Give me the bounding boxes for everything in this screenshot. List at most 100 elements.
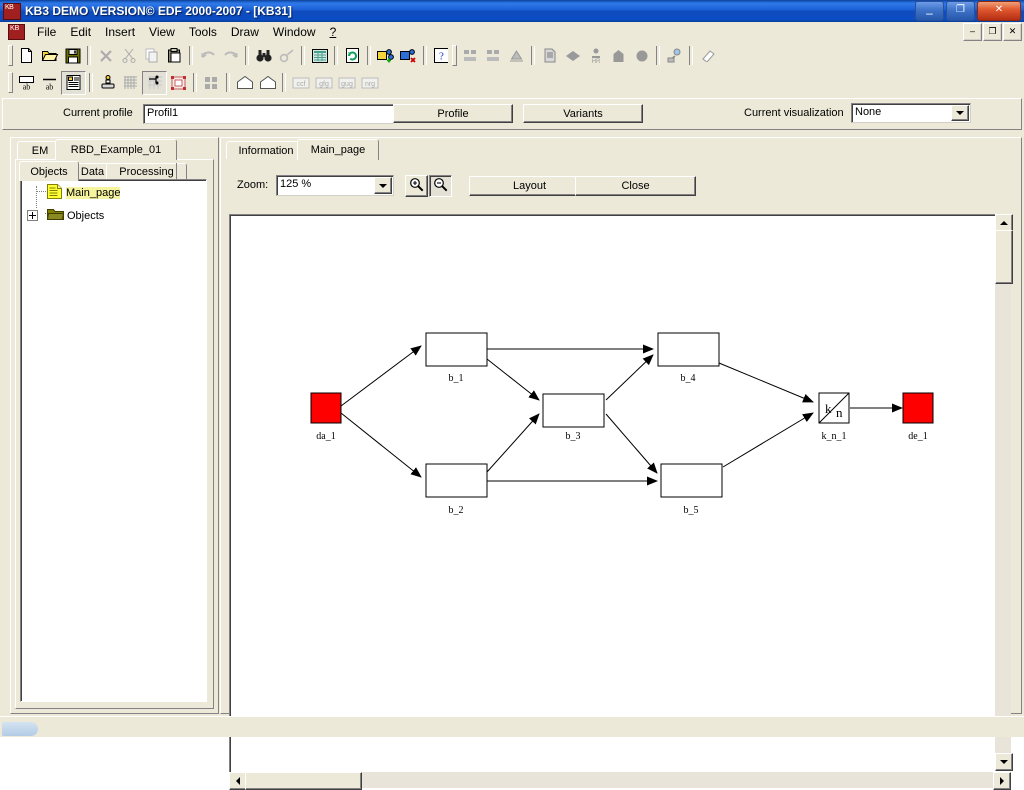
toolbar-separator bbox=[334, 46, 338, 65]
house-shape-icon[interactable] bbox=[233, 72, 256, 94]
zoom-label: Zoom: bbox=[237, 179, 269, 191]
expand-plus-icon[interactable] bbox=[27, 210, 38, 221]
toolbar-grip[interactable] bbox=[8, 72, 13, 93]
pentagon-node-icon bbox=[607, 45, 630, 67]
svg-text:b_3: b_3 bbox=[566, 431, 581, 442]
tree-item-objects[interactable]: Objects bbox=[27, 207, 104, 224]
current-visualization-combo[interactable]: None bbox=[851, 103, 971, 123]
canvas-vertical-scrollbar[interactable] bbox=[995, 214, 1013, 771]
svg-text:n: n bbox=[836, 405, 843, 420]
open-folder-icon[interactable] bbox=[38, 45, 61, 67]
object-tree[interactable]: Main_page Objects bbox=[20, 179, 207, 702]
layout-button[interactable]: Layout bbox=[469, 176, 590, 196]
diagram-canvas[interactable]: da_1 b_1 b_2 b_3 b_4 b_5 k n k_n_1 de_1 bbox=[229, 214, 996, 773]
status-bar bbox=[0, 716, 1024, 737]
rbd-diagram: da_1 b_1 b_2 b_3 b_4 b_5 k n k_n_1 de_1 bbox=[310, 332, 934, 516]
chevron-down-icon[interactable] bbox=[374, 177, 392, 194]
link-node-icon bbox=[663, 45, 686, 67]
selection-frame-icon[interactable] bbox=[167, 72, 190, 94]
objects-panel: Objects Data Processing Main_page Object… bbox=[15, 159, 214, 709]
svg-text:?: ? bbox=[439, 51, 444, 63]
tab-objects[interactable]: Objects bbox=[19, 161, 79, 181]
add-object-icon[interactable] bbox=[374, 45, 397, 67]
house-shape-2-icon[interactable] bbox=[256, 72, 279, 94]
triangle-node-icon bbox=[505, 45, 528, 67]
svg-text:nrg: nrg bbox=[364, 81, 374, 88]
taskbar-start-hint[interactable] bbox=[2, 722, 38, 736]
close-button[interactable]: ✕ bbox=[977, 1, 1021, 21]
toolbar-group-draw: ab ab ccf gfg gug nrg bbox=[4, 70, 382, 95]
refresh-page-icon[interactable] bbox=[341, 45, 364, 67]
stamp-icon[interactable] bbox=[96, 72, 119, 94]
menu-draw[interactable]: Draw bbox=[224, 23, 266, 41]
svg-text:ab: ab bbox=[23, 82, 31, 91]
mdi-close-button[interactable]: ✕ bbox=[1003, 23, 1022, 41]
menu-help[interactable]: ? bbox=[323, 23, 344, 41]
inner-tab-end-divider bbox=[176, 163, 177, 179]
label-below-icon[interactable]: ab bbox=[38, 72, 61, 94]
horizontal-scroll-thumb[interactable] bbox=[245, 772, 362, 790]
svg-text:ccf: ccf bbox=[296, 81, 305, 88]
svg-text:k: k bbox=[825, 401, 832, 416]
tab-rbd-example-01[interactable]: RBD_Example_01 bbox=[55, 139, 177, 160]
toolbar-separator bbox=[193, 73, 197, 92]
delete-x-icon bbox=[94, 45, 117, 67]
zoom-in-icon bbox=[409, 177, 424, 195]
undo-arrow-icon bbox=[196, 45, 219, 67]
mdi-restore-button[interactable]: ❐ bbox=[983, 23, 1002, 41]
save-disk-icon[interactable] bbox=[61, 45, 84, 67]
menu-window[interactable]: Window bbox=[266, 23, 323, 41]
menu-edit[interactable]: Edit bbox=[63, 23, 98, 41]
scroll-down-button[interactable] bbox=[995, 753, 1013, 771]
toolbar-separator bbox=[689, 46, 693, 65]
menu-file[interactable]: File bbox=[30, 23, 63, 41]
tab-processing[interactable]: Processing bbox=[106, 163, 187, 180]
toolbar-group-standard: ? bbox=[4, 43, 454, 68]
toolbar-separator bbox=[282, 73, 286, 92]
find-binoculars-icon[interactable] bbox=[252, 45, 275, 67]
paste-clipboard-icon[interactable] bbox=[163, 45, 186, 67]
minimize-icon: – bbox=[926, 6, 933, 20]
current-profile-field[interactable]: Profil1 bbox=[143, 104, 394, 124]
grid-icon bbox=[119, 72, 142, 94]
menu-view[interactable]: View bbox=[142, 23, 182, 41]
vertical-scroll-thumb[interactable] bbox=[995, 230, 1013, 284]
toolbar-grip[interactable] bbox=[452, 45, 457, 66]
label-above-icon[interactable]: ab bbox=[15, 72, 38, 94]
remove-object-icon[interactable] bbox=[397, 45, 420, 67]
inner-tab-row: Objects Data Processing bbox=[16, 160, 211, 181]
toolbar-separator bbox=[189, 46, 193, 65]
properties-list-icon[interactable] bbox=[61, 70, 86, 95]
mdi-document-icon[interactable] bbox=[8, 23, 25, 40]
connector-grid-icon[interactable] bbox=[142, 70, 167, 95]
zoom-out-button[interactable] bbox=[429, 175, 452, 197]
toolbar-separator bbox=[656, 46, 660, 65]
toolbar-grip[interactable] bbox=[8, 45, 13, 66]
restore-button[interactable]: ❐ bbox=[946, 1, 975, 21]
minimize-button[interactable]: – bbox=[915, 1, 944, 21]
restore-icon: ❐ bbox=[956, 4, 965, 15]
gfg-icon: gfg bbox=[312, 72, 335, 94]
canvas-horizontal-scrollbar[interactable] bbox=[229, 772, 1011, 790]
tree-item-main-page[interactable]: Main_page bbox=[46, 183, 121, 203]
chevron-down-icon[interactable] bbox=[951, 105, 969, 121]
tab-main-page[interactable]: Main_page bbox=[297, 139, 379, 160]
profile-bar: Current profile Profil1 Profile Variants… bbox=[2, 98, 1022, 130]
tree-item-label: Main_page bbox=[66, 187, 121, 199]
zoom-combo[interactable]: 125 % bbox=[276, 175, 394, 196]
tab-information[interactable]: Information bbox=[226, 141, 306, 159]
mdi-minimize-button[interactable]: – bbox=[963, 23, 982, 41]
new-document-icon[interactable] bbox=[15, 45, 38, 67]
menu-tools[interactable]: Tools bbox=[182, 23, 224, 41]
close-view-button[interactable]: Close bbox=[575, 176, 696, 196]
zoom-in-button[interactable] bbox=[405, 175, 428, 197]
menu-insert[interactable]: Insert bbox=[98, 23, 142, 41]
variants-button[interactable]: Variants bbox=[523, 104, 643, 123]
nrg-icon: nrg bbox=[358, 72, 381, 94]
table-grid-icon[interactable] bbox=[308, 45, 331, 67]
svg-text:da_1: da_1 bbox=[316, 431, 335, 442]
profile-button[interactable]: Profile bbox=[393, 104, 513, 123]
toolbar-separator bbox=[89, 73, 93, 92]
toolbar-row-2: ab ab ccf gfg gug nrg bbox=[0, 68, 1024, 95]
scroll-right-button[interactable] bbox=[993, 772, 1011, 790]
